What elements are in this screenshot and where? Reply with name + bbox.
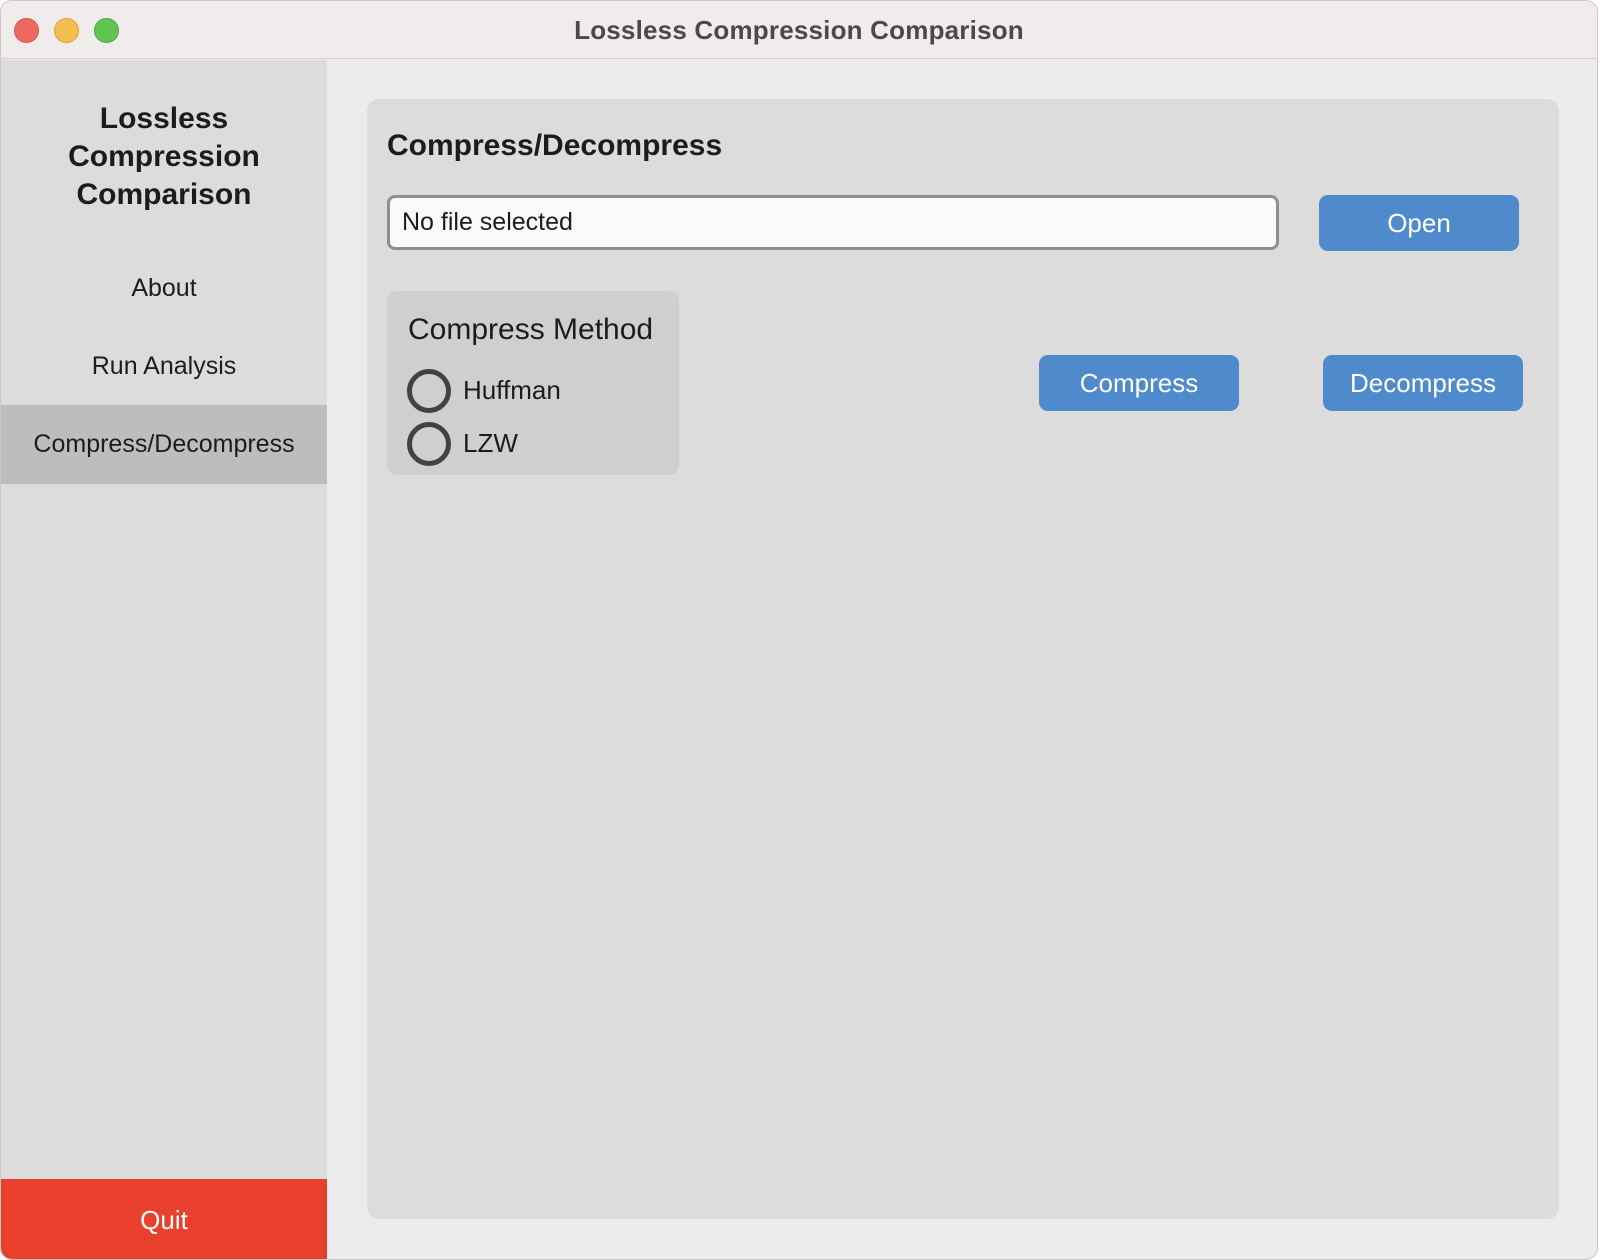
sidebar: Lossless Compression Comparison About Ru… (1, 60, 327, 1259)
app-title-line: Comparison (76, 178, 252, 211)
open-button[interactable]: Open (1319, 195, 1519, 251)
title-bar: Lossless Compression Comparison (1, 1, 1597, 59)
file-path-field[interactable]: No file selected (387, 195, 1279, 250)
window-title: Lossless Compression Comparison (574, 15, 1024, 45)
radio-label: LZW (463, 428, 518, 458)
radio-label: Huffman (463, 375, 561, 405)
app-title-line: Lossless (99, 102, 229, 135)
quit-button[interactable]: Quit (1, 1179, 327, 1259)
radio-circle-icon[interactable] (407, 422, 451, 466)
compress-method-group: Compress Method Huffman LZW (387, 291, 679, 475)
sidebar-item-about[interactable]: About (1, 249, 327, 328)
radio-circle-icon[interactable] (407, 369, 451, 413)
compress-panel: Compress/Decompress No file selected Ope… (367, 99, 1559, 1219)
app-title-line: Compression (68, 140, 260, 173)
compress-button[interactable]: Compress (1039, 355, 1239, 411)
decompress-button[interactable]: Decompress (1323, 355, 1523, 411)
sidebar-item-compress-decompress[interactable]: Compress/Decompress (1, 405, 327, 484)
page-title: Compress/Decompress (387, 129, 723, 162)
app-window: Lossless Compression Comparison Lossless… (0, 0, 1598, 1260)
compress-method-title: Compress Method (408, 313, 654, 346)
sidebar-item-run-analysis[interactable]: Run Analysis (1, 327, 327, 406)
app-title: Lossless Compression Comparison (1, 100, 327, 214)
